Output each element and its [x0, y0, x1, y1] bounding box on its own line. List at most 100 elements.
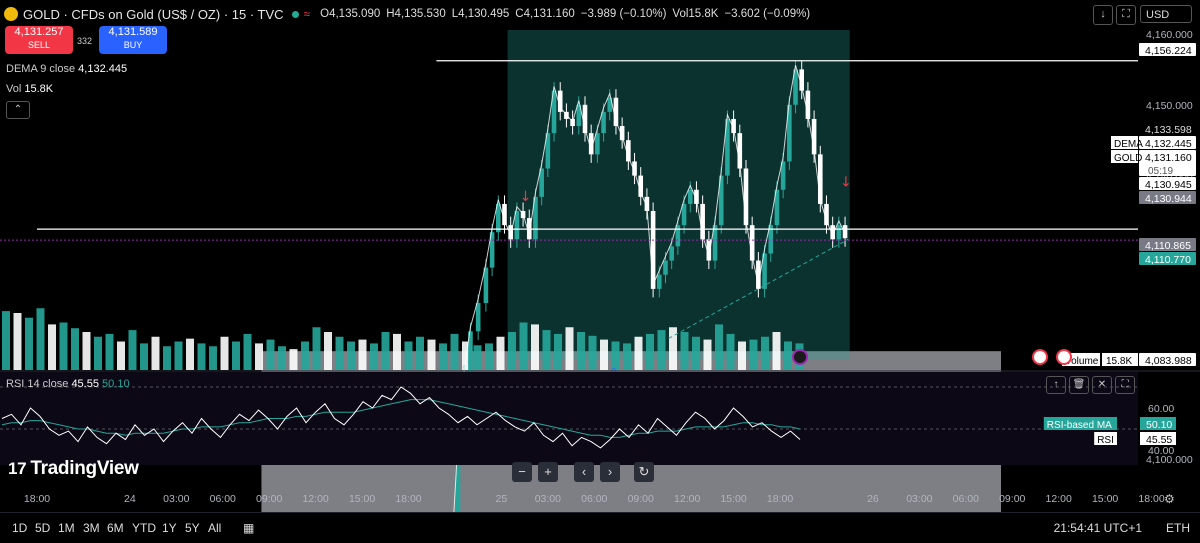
volume-bar — [36, 308, 45, 370]
candle-body — [601, 111, 606, 134]
buy-button[interactable]: 4,131.589 BUY — [99, 26, 167, 54]
rsi-tick-label: 60.00 — [1148, 403, 1174, 415]
download-icon[interactable]: ↓ — [1093, 5, 1113, 25]
volume-bar — [13, 313, 22, 370]
volume-bar — [301, 341, 309, 370]
market-open-icon — [291, 10, 299, 18]
price-tag: DEMA — [1114, 139, 1143, 150]
collapse-pane-icon[interactable]: ✕ — [1092, 376, 1112, 394]
rsi-tag: RSI — [1097, 435, 1114, 446]
date-range-icon[interactable]: ▦ — [243, 521, 254, 535]
volume-bar — [312, 327, 321, 370]
header-volume: Vol15.8K — [672, 8, 719, 20]
price-label: 4,110.770 — [1145, 254, 1191, 266]
volume-bar — [209, 346, 217, 370]
rsi-tag: RSI-based MA — [1047, 420, 1112, 431]
x-tick-label: 06:00 — [210, 493, 236, 505]
volume-bar — [692, 336, 700, 370]
volume-bar — [542, 330, 551, 370]
symbol-title[interactable]: GOLD · CFDs on Gold (US$ / OZ) · 15 · TV… — [23, 7, 284, 22]
x-tick-label: 03:00 — [906, 493, 932, 505]
currency-select[interactable]: USD — [1140, 5, 1192, 23]
price-label: 4,156.224 — [1145, 45, 1192, 57]
ohlc-low: L4,130.495 — [451, 8, 510, 20]
rsi-label: RSI 14 close — [6, 378, 69, 390]
range-ytd[interactable]: YTD — [132, 521, 156, 535]
candle-body — [675, 225, 681, 247]
volume-bar — [59, 322, 68, 370]
volume-bar — [634, 336, 643, 370]
session-toggle[interactable]: ETH — [1166, 521, 1190, 535]
sell-label: SELL — [27, 40, 51, 50]
header-volume-change: −3.602 (−0.09%) — [724, 8, 811, 20]
candle-body — [669, 246, 674, 261]
volume-bar — [197, 343, 206, 370]
volume-bar — [416, 336, 424, 370]
volume-bar — [71, 328, 79, 370]
scroll-left-icon[interactable]: ‹ — [574, 462, 594, 482]
volume-bar — [266, 339, 275, 370]
x-tick-label: 15:00 — [1092, 493, 1118, 505]
ohlc-open: O4,135.090 — [320, 8, 381, 20]
price-label: 4,110.865 — [1145, 240, 1191, 252]
price-tag-value: 15.8K — [1106, 356, 1132, 367]
candle-body — [595, 133, 600, 155]
volume-bar — [600, 339, 608, 370]
dema-legend[interactable]: DEMA 9 close 4,132.445 — [6, 63, 127, 75]
volume-bar — [289, 349, 298, 370]
maximize-pane-icon[interactable]: ⛶ — [1115, 376, 1135, 394]
candle-body — [656, 274, 662, 289]
collapse-legend-button[interactable]: ⌃ — [6, 101, 30, 119]
ohlc-high: H4,135.530 — [386, 8, 446, 20]
us-flag-icon — [1056, 349, 1072, 365]
wave-icon: ≈ — [303, 7, 311, 21]
gold-symbol-icon — [4, 7, 18, 21]
reset-chart-icon[interactable]: ↻ — [634, 462, 654, 482]
volume-bar — [278, 346, 286, 370]
volume-bar — [669, 327, 677, 370]
range-all[interactable]: All — [208, 521, 221, 535]
volume-bar — [243, 333, 252, 370]
sell-button[interactable]: 4,131.257 SELL — [5, 26, 73, 54]
x-tick-label: 03:00 — [535, 493, 561, 505]
candle-body — [836, 225, 842, 240]
event-icon — [792, 349, 808, 365]
volume-bar — [715, 324, 723, 370]
range-3m[interactable]: 3M — [83, 521, 100, 535]
scroll-controls: ‹ › — [574, 462, 620, 482]
chart-header: GOLD · CFDs on Gold (US$ / OZ) · 15 · TV… — [4, 6, 816, 22]
x-tick-label: 26 — [867, 493, 879, 505]
range-5d[interactable]: 5D — [35, 521, 50, 535]
volume-bar — [588, 335, 597, 370]
ohlc-change: −3.989 (−0.10%) — [580, 8, 667, 20]
range-6m[interactable]: 6M — [107, 521, 124, 535]
range-1d[interactable]: 1D — [12, 521, 27, 535]
ohlc-close: C4,131.160 — [515, 8, 575, 20]
volume-bar — [473, 345, 482, 370]
x-tick-label: 03:00 — [163, 493, 189, 505]
zoom-out-icon[interactable]: − — [512, 462, 532, 482]
volume-bar — [128, 330, 137, 370]
range-1m[interactable]: 1M — [58, 521, 75, 535]
delete-pane-icon[interactable]: 🗑 — [1069, 376, 1089, 394]
fullscreen-icon[interactable]: ⛶ — [1116, 5, 1136, 25]
move-pane-up-icon[interactable]: ↑ — [1046, 376, 1066, 394]
volume-bar — [749, 339, 758, 370]
volume-bar — [404, 341, 413, 370]
x-tick-label: 18:00 — [1138, 493, 1164, 505]
buy-price: 4,131.589 — [108, 26, 158, 38]
clock[interactable]: 21:54:41 UTC+1 — [1054, 521, 1142, 535]
scroll-right-icon[interactable]: › — [600, 462, 620, 482]
range-5y[interactable]: 5Y — [185, 521, 200, 535]
range-1y[interactable]: 1Y — [162, 521, 177, 535]
settings-gear-icon[interactable]: ⚙ — [1164, 492, 1175, 506]
volume-bar — [117, 341, 125, 370]
rsi-legend[interactable]: RSI 14 close 45.55 50.10 — [6, 378, 130, 390]
us-flag-icon — [1032, 349, 1048, 365]
candle-body — [650, 211, 656, 289]
volume-legend[interactable]: Vol 15.8K — [6, 83, 53, 95]
candle-body — [663, 260, 668, 275]
zoom-in-icon[interactable]: + — [538, 462, 558, 482]
x-tick-label: 15:00 — [349, 493, 375, 505]
chart-canvas[interactable]: 4h FVG↓↓⇧4,160.0004,150.0004,140.0004,10… — [0, 0, 1200, 542]
